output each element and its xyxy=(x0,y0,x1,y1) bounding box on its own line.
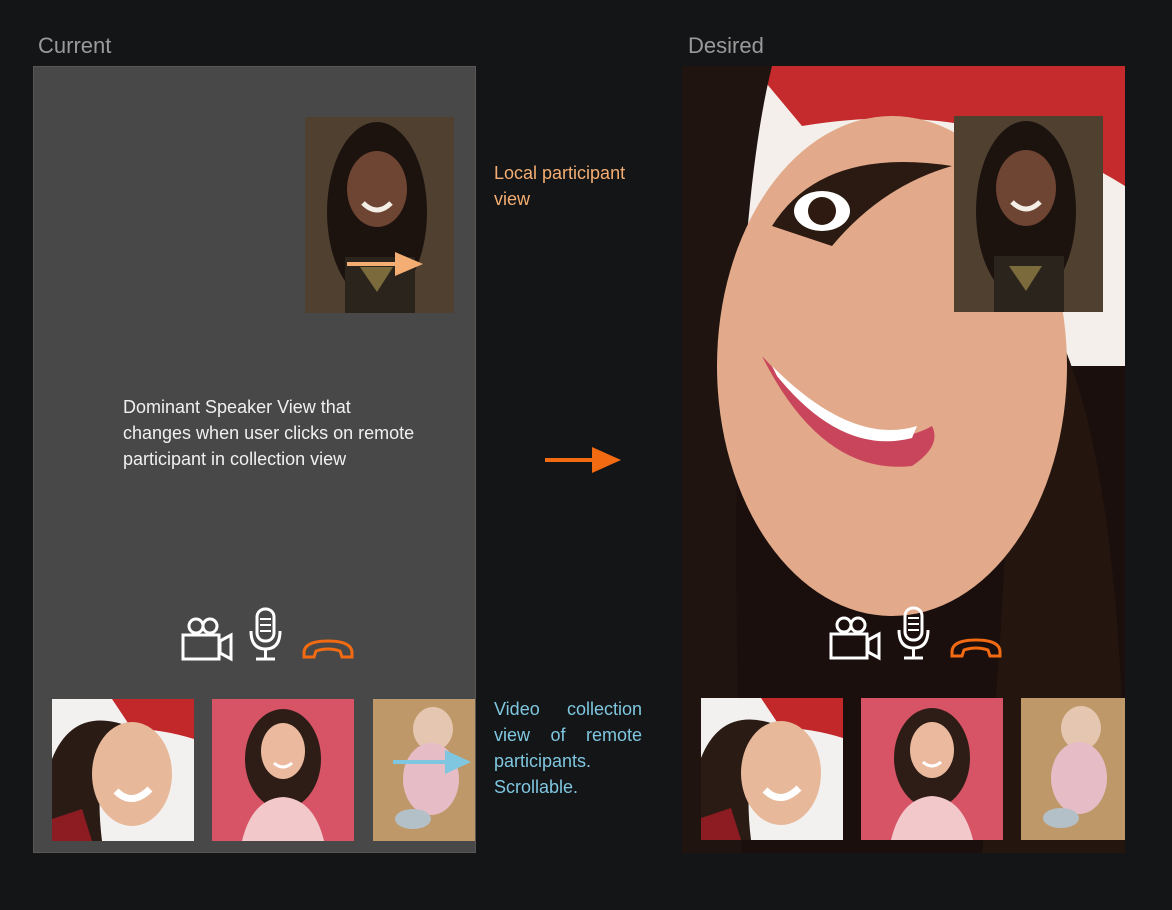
remote-participant-thumb[interactable] xyxy=(861,698,1003,840)
call-controls xyxy=(828,606,1008,666)
call-controls xyxy=(180,607,360,667)
hang-up-icon[interactable] xyxy=(948,606,1004,662)
local-participant-view[interactable] xyxy=(954,116,1103,312)
remote-participant-thumb[interactable] xyxy=(373,699,475,841)
dominant-speaker-label: Dominant Speaker View that changes when … xyxy=(123,397,415,469)
microphone-icon[interactable] xyxy=(894,606,934,662)
video-camera-icon[interactable] xyxy=(828,606,882,662)
video-camera-icon[interactable] xyxy=(180,607,234,663)
local-participant-view[interactable] xyxy=(305,117,454,313)
desired-mockup xyxy=(682,66,1125,853)
remote-participants-collection[interactable] xyxy=(700,698,1125,840)
right-arrow-icon xyxy=(347,252,423,276)
desired-heading: Desired xyxy=(688,33,764,58)
remote-participant-thumb[interactable] xyxy=(701,698,843,840)
remote-participant-thumb[interactable] xyxy=(212,699,354,841)
right-arrow-icon xyxy=(393,750,471,774)
current-mockup: Dominant Speaker View that changes when … xyxy=(33,66,476,853)
remote-participant-thumb[interactable] xyxy=(1021,698,1125,840)
collection-view-annotation: Video collection view of remote particip… xyxy=(494,699,642,797)
microphone-icon[interactable] xyxy=(246,607,286,663)
local-participant-annotation: Local participant view xyxy=(494,163,626,209)
remote-participants-collection[interactable] xyxy=(52,699,475,841)
remote-participant-thumb[interactable] xyxy=(52,699,194,841)
hang-up-icon[interactable] xyxy=(300,607,356,663)
right-arrow-icon xyxy=(545,447,621,473)
current-heading: Current xyxy=(38,33,112,58)
